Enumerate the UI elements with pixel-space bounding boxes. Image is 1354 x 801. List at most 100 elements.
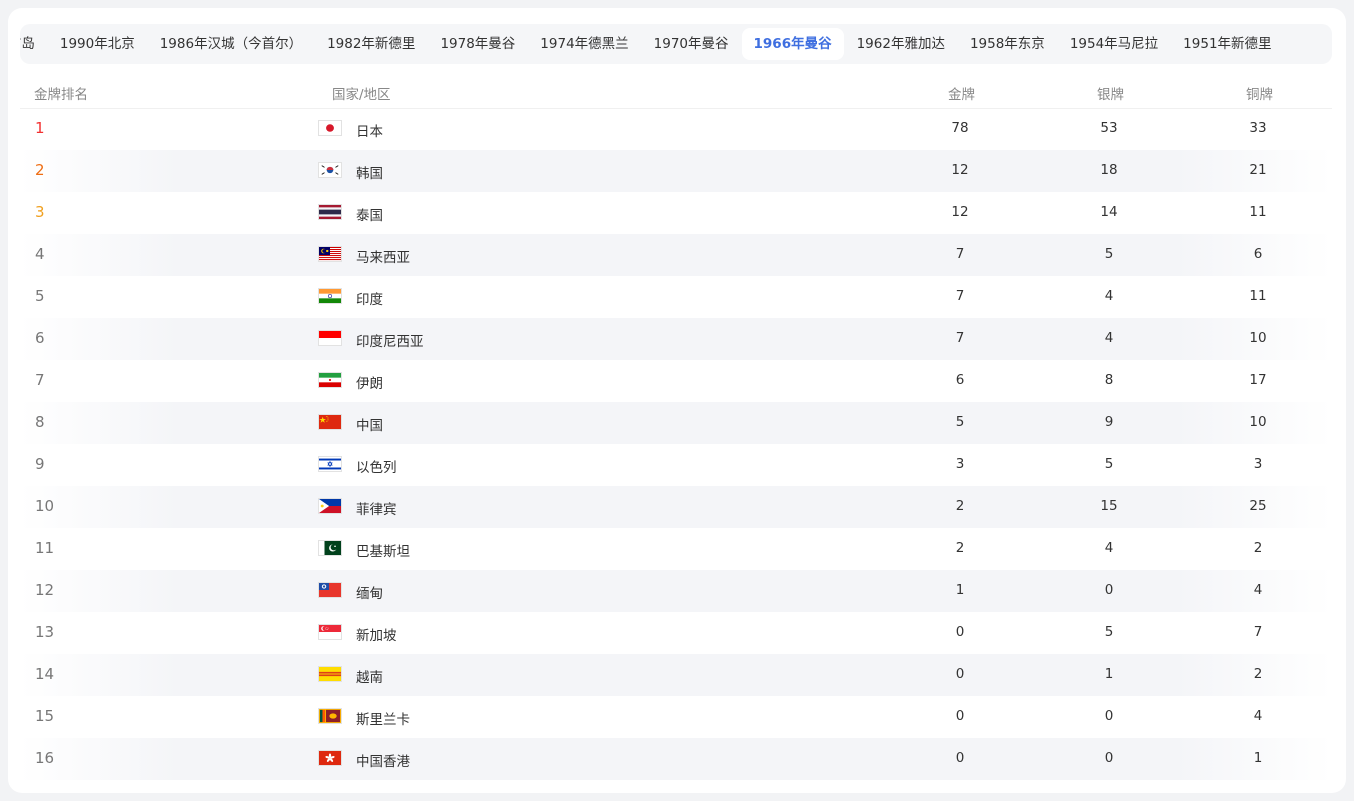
silver-cell: 0 — [1104, 750, 1114, 766]
silver-cell: 4 — [1104, 288, 1114, 304]
rank-cell: 14 — [35, 665, 55, 683]
china-flag-icon — [318, 414, 342, 430]
bronze-cell: 4 — [1253, 708, 1263, 724]
tab-2[interactable]: 1986年汉城（今首尔） — [148, 28, 314, 60]
tab-1[interactable]: 1990年北京 — [48, 28, 147, 60]
games-tab-bar[interactable]: 1994年广岛1990年北京1986年汉城（今首尔）1982年新德里1978年曼… — [20, 24, 1332, 64]
table-row: 8 中国 5 9 10 — [20, 402, 1332, 444]
silver-cell: 53 — [1100, 120, 1118, 136]
silver-cell: 8 — [1104, 372, 1114, 388]
country-cell: 以色列 — [356, 460, 397, 476]
japan-flag-icon — [318, 120, 342, 136]
country-cell: 中国 — [356, 418, 383, 434]
tab-3[interactable]: 1982年新德里 — [315, 28, 427, 60]
bronze-cell: 25 — [1249, 498, 1267, 514]
table-row: 15 斯里兰卡 0 0 4 — [20, 696, 1332, 738]
gold-cell: 0 — [955, 666, 965, 682]
rank-cell: 13 — [35, 623, 55, 641]
gold-cell: 7 — [955, 330, 965, 346]
india-flag-icon — [318, 288, 342, 304]
country-cell: 泰国 — [356, 208, 383, 224]
country-cell: 越南 — [356, 670, 383, 686]
bronze-cell: 10 — [1249, 414, 1267, 430]
tab-0[interactable]: 1994年广岛 — [20, 28, 47, 60]
rank-cell: 2 — [35, 161, 45, 179]
pakistan-flag-icon — [318, 540, 342, 556]
gold-cell: 7 — [955, 246, 965, 262]
country-cell: 菲律宾 — [356, 502, 397, 518]
rank-cell: 9 — [35, 455, 45, 473]
tab-6[interactable]: 1970年曼谷 — [642, 28, 741, 60]
table-row: 1 日本 78 53 33 — [20, 108, 1332, 150]
tab-11[interactable]: 1951年新德里 — [1171, 28, 1283, 60]
table-row: 2 韩国 12 18 21 — [20, 150, 1332, 192]
gold-cell: 3 — [955, 456, 965, 472]
tab-7[interactable]: 1966年曼谷 — [741, 28, 844, 60]
silver-cell: 5 — [1104, 456, 1114, 472]
bronze-cell: 6 — [1253, 246, 1263, 262]
silver-cell: 9 — [1104, 414, 1114, 430]
table-row: 13 新加坡 0 5 7 — [20, 612, 1332, 654]
south-vietnam-flag-icon — [318, 666, 342, 682]
country-cell: 伊朗 — [356, 376, 383, 392]
rank-cell: 6 — [35, 329, 45, 347]
table-row: 12 缅甸 1 0 4 — [20, 570, 1332, 612]
country-cell: 新加坡 — [356, 628, 397, 644]
tab-10[interactable]: 1954年马尼拉 — [1058, 28, 1170, 60]
table-row: 11 巴基斯坦 2 4 2 — [20, 528, 1332, 570]
country-cell: 日本 — [356, 124, 383, 140]
rank-cell: 11 — [35, 539, 55, 557]
header-silver: 银牌 — [1097, 87, 1124, 103]
sri-lanka-flag-icon — [318, 708, 342, 724]
silver-cell: 18 — [1100, 162, 1118, 178]
country-cell: 巴基斯坦 — [356, 544, 410, 560]
silver-cell: 15 — [1100, 498, 1118, 514]
rank-cell: 15 — [35, 707, 55, 725]
rank-cell: 1 — [35, 119, 45, 137]
iran-flag-icon — [318, 372, 342, 388]
header-rank: 金牌排名 — [34, 87, 88, 103]
rank-cell: 3 — [35, 203, 45, 221]
tab-8[interactable]: 1962年雅加达 — [845, 28, 957, 60]
rank-cell: 16 — [35, 749, 55, 767]
bronze-cell: 10 — [1249, 330, 1267, 346]
table-row: 4 马来西亚 7 5 6 — [20, 234, 1332, 276]
silver-cell: 4 — [1104, 540, 1114, 556]
table-row: 16 中国香港 0 0 1 — [20, 738, 1332, 780]
country-cell: 斯里兰卡 — [356, 712, 410, 728]
rank-cell: 7 — [35, 371, 45, 389]
silver-cell: 0 — [1104, 582, 1114, 598]
medal-table-card: 1994年广岛1990年北京1986年汉城（今首尔）1982年新德里1978年曼… — [8, 8, 1346, 793]
bronze-cell: 2 — [1253, 540, 1263, 556]
tab-9[interactable]: 1958年东京 — [958, 28, 1057, 60]
table-row: 7 伊朗 6 8 17 — [20, 360, 1332, 402]
indonesia-flag-icon — [318, 330, 342, 346]
philippines-flag-icon — [318, 498, 342, 514]
bronze-cell: 11 — [1249, 204, 1267, 220]
silver-cell: 5 — [1104, 246, 1114, 262]
bronze-cell: 11 — [1249, 288, 1267, 304]
south-korea-flag-icon — [318, 162, 342, 178]
gold-cell: 0 — [955, 750, 965, 766]
header-country: 国家/地区 — [332, 87, 391, 103]
gold-cell: 2 — [955, 498, 965, 514]
table-row: 5 印度 7 4 11 — [20, 276, 1332, 318]
bronze-cell: 17 — [1249, 372, 1267, 388]
gold-cell: 6 — [955, 372, 965, 388]
rank-cell: 12 — [35, 581, 55, 599]
bronze-cell: 21 — [1249, 162, 1267, 178]
rank-cell: 8 — [35, 413, 45, 431]
medal-table-body: 1 日本 78 53 33 2 韩国 12 18 21 3 泰国 12 14 11 4 马来西亚 7 5 6 5 印度 7 4… — [20, 108, 1332, 780]
rank-cell: 4 — [35, 245, 45, 263]
country-cell: 中国香港 — [356, 754, 410, 770]
tab-4[interactable]: 1978年曼谷 — [428, 28, 527, 60]
gold-cell: 0 — [955, 624, 965, 640]
table-header: 金牌排名 国家/地区 金牌 银牌 铜牌 — [20, 74, 1332, 109]
gold-cell: 0 — [955, 708, 965, 724]
bronze-cell: 7 — [1253, 624, 1263, 640]
silver-cell: 5 — [1104, 624, 1114, 640]
tab-5[interactable]: 1974年德黑兰 — [528, 28, 640, 60]
table-row: 6 印度尼西亚 7 4 10 — [20, 318, 1332, 360]
gold-cell: 7 — [955, 288, 965, 304]
bronze-cell: 33 — [1249, 120, 1267, 136]
